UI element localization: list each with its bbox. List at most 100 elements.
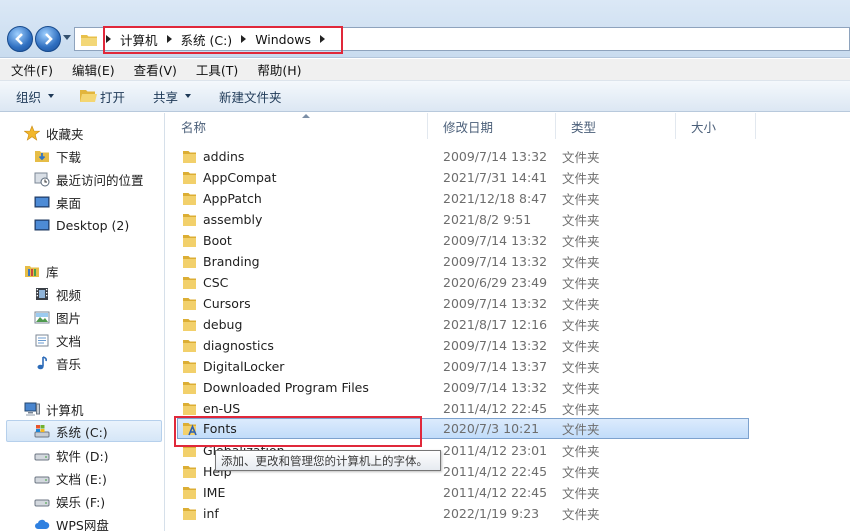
file-date: 2009/7/14 13:32 xyxy=(443,296,548,311)
download-folder-icon xyxy=(35,151,49,162)
nav-favorites-label: 收藏夹 xyxy=(46,126,84,142)
nav-recent[interactable]: 最近访问的位置 xyxy=(34,168,144,190)
menu-file[interactable]: 文件(F) xyxy=(8,60,56,79)
file-name: Cursors xyxy=(203,296,251,311)
forward-button[interactable] xyxy=(35,26,61,52)
navigation-pane: 收藏夹 下载 最近访问的位置 桌面 Desktop (2) 库 视频 图片 文档… xyxy=(0,113,165,531)
file-name: AppPatch xyxy=(203,191,262,206)
film-icon xyxy=(36,288,48,300)
nav-desktop[interactable]: 桌面 xyxy=(34,191,81,213)
column-type[interactable]: 类型 xyxy=(556,113,676,139)
open-button[interactable]: 打开 xyxy=(80,87,125,106)
file-date: 2009/7/14 13:37 xyxy=(443,359,548,374)
folder-icon xyxy=(183,277,196,289)
file-row[interactable]: AppPatch 2021/12/18 8:47 文件夹 xyxy=(166,188,850,209)
chevron-down-icon xyxy=(48,94,55,98)
file-row[interactable]: debug 2021/8/17 12:16 文件夹 xyxy=(166,314,850,335)
menu-edit[interactable]: 编辑(E) xyxy=(69,60,118,79)
history-dropdown-icon[interactable] xyxy=(63,35,71,40)
folder-icon xyxy=(183,508,196,520)
back-button[interactable] xyxy=(7,26,33,52)
share-button[interactable]: 共享 xyxy=(153,87,192,106)
file-date: 2009/7/14 13:32 xyxy=(443,149,548,164)
new-folder-label: 新建文件夹 xyxy=(219,89,282,105)
nav-recent-label: 最近访问的位置 xyxy=(56,172,144,188)
nav-wps-drive[interactable]: WPS网盘 xyxy=(34,513,109,531)
file-type: 文件夹 xyxy=(562,318,600,333)
folder-icon xyxy=(183,256,196,268)
file-row[interactable]: inf 2022/1/19 9:23 文件夹 xyxy=(166,503,850,524)
file-row[interactable]: Branding 2009/7/14 13:32 文件夹 xyxy=(166,251,850,272)
nav-downloads[interactable]: 下载 xyxy=(34,145,81,167)
nav-drive-e-label: 文档 (E:) xyxy=(56,471,107,487)
nav-drive-c[interactable]: 系统 (C:) xyxy=(6,420,162,442)
open-folder-icon xyxy=(80,90,98,102)
column-name[interactable]: 名称 xyxy=(166,113,428,139)
file-row[interactable]: Downloaded Program Files 2009/7/14 13:32 文… xyxy=(166,377,850,398)
file-date: 2009/7/14 13:32 xyxy=(443,254,548,269)
file-name: CSC xyxy=(203,275,229,290)
nav-drive-d[interactable]: 软件 (D:) xyxy=(34,444,109,466)
nav-documents-label: 文档 xyxy=(56,333,82,349)
file-name: debug xyxy=(203,317,243,332)
file-type: 文件夹 xyxy=(562,486,600,501)
file-type: 文件夹 xyxy=(562,150,600,165)
nav-pictures[interactable]: 图片 xyxy=(34,306,81,328)
file-row[interactable]: addins 2009/7/14 13:32 文件夹 xyxy=(166,146,850,167)
file-type: 文件夹 xyxy=(562,297,600,312)
file-type: 文件夹 xyxy=(562,422,600,437)
cloud-icon xyxy=(35,519,50,529)
file-name: Boot xyxy=(203,233,232,248)
file-row[interactable]: CSC 2020/6/29 23:49 文件夹 xyxy=(166,272,850,293)
folder-icon xyxy=(183,487,196,499)
file-name: Downloaded Program Files xyxy=(203,380,369,395)
file-row[interactable]: diagnostics 2009/7/14 13:32 文件夹 xyxy=(166,335,850,356)
file-row[interactable]: DigitalLocker 2009/7/14 13:37 文件夹 xyxy=(166,356,850,377)
nav-computer[interactable]: 计算机 xyxy=(24,398,84,420)
nav-libraries[interactable]: 库 xyxy=(24,260,59,282)
file-row[interactable]: Boot 2009/7/14 13:32 文件夹 xyxy=(166,230,850,251)
file-date: 2021/8/17 12:16 xyxy=(443,317,548,332)
nav-music[interactable]: 音乐 xyxy=(34,352,81,374)
column-size[interactable]: 大小 xyxy=(676,113,756,139)
nav-drive-e[interactable]: 文档 (E:) xyxy=(34,467,107,489)
organize-button[interactable]: 组织 xyxy=(16,87,55,106)
nav-desktop-2-label: Desktop (2) xyxy=(56,217,130,233)
folder-icon xyxy=(183,193,196,205)
folder-icon xyxy=(183,172,196,184)
arrow-right-icon xyxy=(45,33,53,45)
nav-videos[interactable]: 视频 xyxy=(34,283,81,305)
file-date: 2022/1/19 9:23 xyxy=(443,506,540,521)
nav-documents[interactable]: 文档 xyxy=(34,329,81,351)
organize-label: 组织 xyxy=(16,89,42,105)
file-date: 2021/12/18 8:47 xyxy=(443,191,548,206)
open-label: 打开 xyxy=(100,89,126,105)
nav-drive-f[interactable]: 娱乐 (F:) xyxy=(34,490,105,512)
file-row[interactable]: IME 2011/4/12 22:45 文件夹 xyxy=(166,482,850,503)
file-name: AppCompat xyxy=(203,170,277,185)
column-modified[interactable]: 修改日期 xyxy=(428,113,556,139)
address-strip: 计算机 系统 (C:) Windows xyxy=(0,0,850,58)
menu-bar: 文件(F) 编辑(E) 查看(V) 工具(T) 帮助(H) xyxy=(0,59,850,81)
file-type: 文件夹 xyxy=(562,402,600,417)
nav-music-label: 音乐 xyxy=(56,356,82,372)
menu-help[interactable]: 帮助(H) xyxy=(254,60,304,79)
new-folder-button[interactable]: 新建文件夹 xyxy=(219,87,282,106)
nav-favorites[interactable]: 收藏夹 xyxy=(24,122,84,144)
file-row[interactable]: assembly 2021/8/2 9:51 文件夹 xyxy=(166,209,850,230)
menu-tools[interactable]: 工具(T) xyxy=(193,60,241,79)
computer-icon xyxy=(24,402,40,416)
file-date: 2011/4/12 22:45 xyxy=(443,485,548,500)
file-date: 2011/4/12 22:45 xyxy=(443,464,548,479)
nav-videos-label: 视频 xyxy=(56,287,82,303)
desktop-icon xyxy=(34,196,50,208)
column-headers: 名称 修改日期 类型 大小 xyxy=(166,113,850,139)
folder-icon xyxy=(183,466,196,478)
file-date: 2009/7/14 13:32 xyxy=(443,233,548,248)
drive-icon xyxy=(34,453,50,461)
nav-desktop-2[interactable]: Desktop (2) xyxy=(34,214,129,236)
file-row[interactable]: Cursors 2009/7/14 13:32 文件夹 xyxy=(166,293,850,314)
file-row[interactable]: AppCompat 2021/7/31 14:41 文件夹 xyxy=(166,167,850,188)
menu-view[interactable]: 查看(V) xyxy=(131,60,180,79)
folder-icon xyxy=(183,319,196,331)
